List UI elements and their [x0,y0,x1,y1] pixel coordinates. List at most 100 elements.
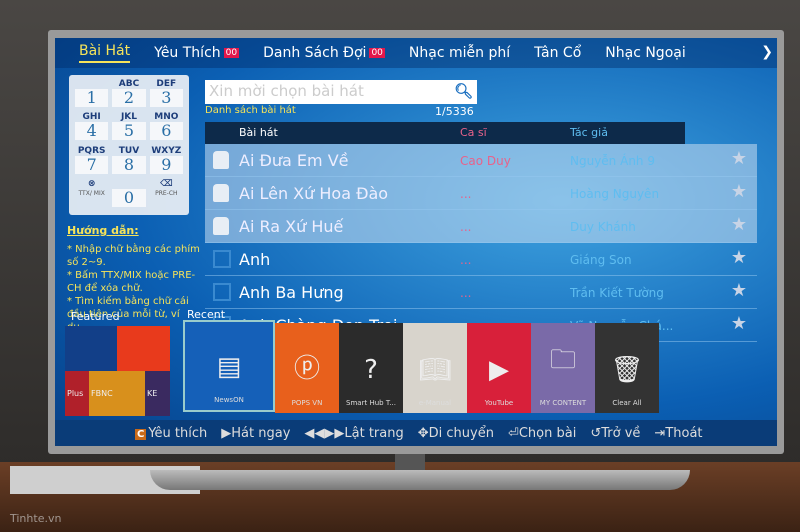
song-title: Anh Ba Hưng [239,283,344,302]
song-title: Ai Ra Xứ Huế [239,217,344,236]
lock-icon [213,151,229,169]
header-singer: Ca sĩ [460,126,487,139]
keypad: 1 ABC 2 DEF 3 GHI 4 JKL 5 MNO 6 PQRS 7 TUV 8 WXYZ 9 ⊗ TTX/… [69,75,189,215]
keypad-key[interactable]: ⌫ PRE-CH [150,179,183,211]
tab-item[interactable]: Nhạc Ngoại [605,45,685,61]
help-icon: ? [364,355,378,385]
guide-title: Hướng dẫn: [67,224,139,237]
move-hint: ✥Di chuyển [417,425,494,441]
pops-icon: ⓟ [293,354,320,384]
featured-tile-label: Plus [67,389,84,398]
keypad-key[interactable]: ABC 2 [112,79,146,111]
weather-icon[interactable] [117,326,170,371]
lock-icon [213,217,229,235]
song-row[interactable]: Ai Lên Xứ Hoa Đào... Hoàng Nguyên ★ [205,177,757,210]
key-number: 2 [112,89,146,107]
app-label: Smart Hub T... [346,399,396,407]
header-author: Tác giả [570,126,608,139]
tab-item[interactable]: Tân Cổ [534,45,581,61]
featured-tile-plus[interactable]: Plus [65,371,89,416]
tab-item[interactable]: Yêu Thích 00 [154,45,240,61]
tab-item[interactable]: Danh Sách Đợi 00 [263,45,385,61]
song-row[interactable]: Ai Đưa Em Về Cao Duy Nguyễn Ánh 9 ★ [205,144,757,177]
song-singer: ... [460,220,472,234]
tab-label: Nhạc Ngoại [605,45,686,61]
c-key-icon: C [135,428,147,440]
exit-hint: ⇥Thoát [654,425,703,441]
key-number: 7 [75,155,109,174]
key-number: 8 [112,155,146,174]
keypad-key[interactable]: MNO 6 [149,112,183,144]
multiscreen-icon[interactable] [65,326,117,371]
star-icon[interactable]: ★ [731,280,747,301]
key-letters: WXYZ [151,145,182,156]
checkbox[interactable] [213,283,231,301]
app-tile[interactable]: 📖︎ e-Manual [403,323,467,413]
back-hint: ↺Trở về [590,425,641,441]
app-tile[interactable]: 🗑︎ Clear All [595,323,659,413]
star-icon[interactable]: ★ [731,181,747,202]
page-label: Lật trang [344,425,404,441]
featured-label: Featured [71,310,120,323]
guide-line: * Bấm TTX/MIX hoặc PRE-CH để xóa chữ. [67,270,196,294]
app-tile[interactable]: ▤ NewsON [183,320,275,412]
keypad-key[interactable]: GHI 4 [75,112,109,144]
keypad-key[interactable]: 1 [75,79,109,111]
key-number: PRE-CH [155,189,178,197]
keypad-key[interactable]: ⊗ TTX/ MIX [75,179,108,211]
keypad-key[interactable]: WXYZ 9 [149,145,183,178]
search-icon[interactable]: 🔍︎ [454,82,473,102]
keypad-key[interactable]: TUV 8 [112,145,146,178]
song-row[interactable]: Ai Ra Xứ Huế... Duy Khánh ★ [205,210,757,243]
watermark: Tinhte.vn [10,512,62,525]
app-label: YouTube [484,399,514,407]
app-tile[interactable]: 🗀 MY CONTENT [531,323,595,413]
keypad-key[interactable]: PQRS 7 [75,146,109,178]
trash-icon: 🗑︎ [610,355,644,385]
song-row[interactable]: Anh Ba Hưng... Trần Kiết Tường ★ [205,276,757,309]
song-author: Nguyễn Ánh 9 [570,154,655,168]
featured-tiles[interactable]: Plus FBNC KE [65,326,170,416]
app-tile[interactable]: ▶ YouTube [467,323,531,413]
featured-tile-ke[interactable]: KE [145,371,170,416]
song-author: Duy Khánh [570,220,636,234]
app-tile[interactable]: ⓟ POPS VN [275,323,339,413]
move-label: Di chuyển [428,425,494,441]
star-icon[interactable]: ★ [731,148,747,169]
tab-badge: 00 [223,48,240,58]
song-singer: Cao Duy [460,154,511,168]
app-tile[interactable]: ? Smart Hub T... [339,323,403,413]
song-title: Ai Đưa Em Về [239,151,349,170]
song-author: Giáng Son [570,253,632,267]
key-number: 6 [149,122,183,141]
song-author: Hoàng Nguyên [570,187,660,201]
tab-item[interactable]: Bài Hát [79,43,131,63]
key-letters: TUV [118,145,140,156]
app-label: Clear All [612,399,642,407]
select-hint: ⏎Chọn bài [507,425,577,441]
tab-label: Bài Hát [79,43,131,59]
keypad-key[interactable]: JKL 5 [112,112,146,144]
song-list: Ai Đưa Em Về Cao Duy Nguyễn Ánh 9 ★ Ai Lên X… [205,144,757,342]
song-singer: ... [460,286,472,300]
folder-icon: 🗀 [549,345,576,375]
bottom-help-bar: C Yêu thích ▶Hát ngay ◀◀▶▶Lật trang ✥Di c… [55,420,777,446]
star-icon[interactable]: ★ [731,214,747,235]
featured-tile-fbnc[interactable]: FBNC [89,371,145,416]
back-label: Trở về [601,425,641,441]
header-song: Bài hát [239,126,278,139]
search-input[interactable]: Xin mời chọn bài hát 🔍︎ [205,80,477,104]
keypad-key[interactable]: 0 [112,179,146,211]
keypad-key[interactable]: DEF 3 [149,79,183,111]
table-header: Bài hát Ca sĩ Tác giả [205,122,685,144]
star-icon[interactable]: ★ [731,247,747,268]
key-number: 4 [75,122,109,141]
checkbox[interactable] [213,250,231,268]
song-row[interactable]: Anh... Giáng Son ★ [205,243,757,276]
list-label: Danh sách bài hát [205,105,296,116]
song-singer: ... [460,253,472,267]
tab-item[interactable]: Nhạc miễn phí [409,45,510,61]
news-icon: ▤ [216,352,242,382]
chevron-right-icon[interactable]: ❯ [761,44,773,60]
exit-label: Thoát [665,425,703,441]
